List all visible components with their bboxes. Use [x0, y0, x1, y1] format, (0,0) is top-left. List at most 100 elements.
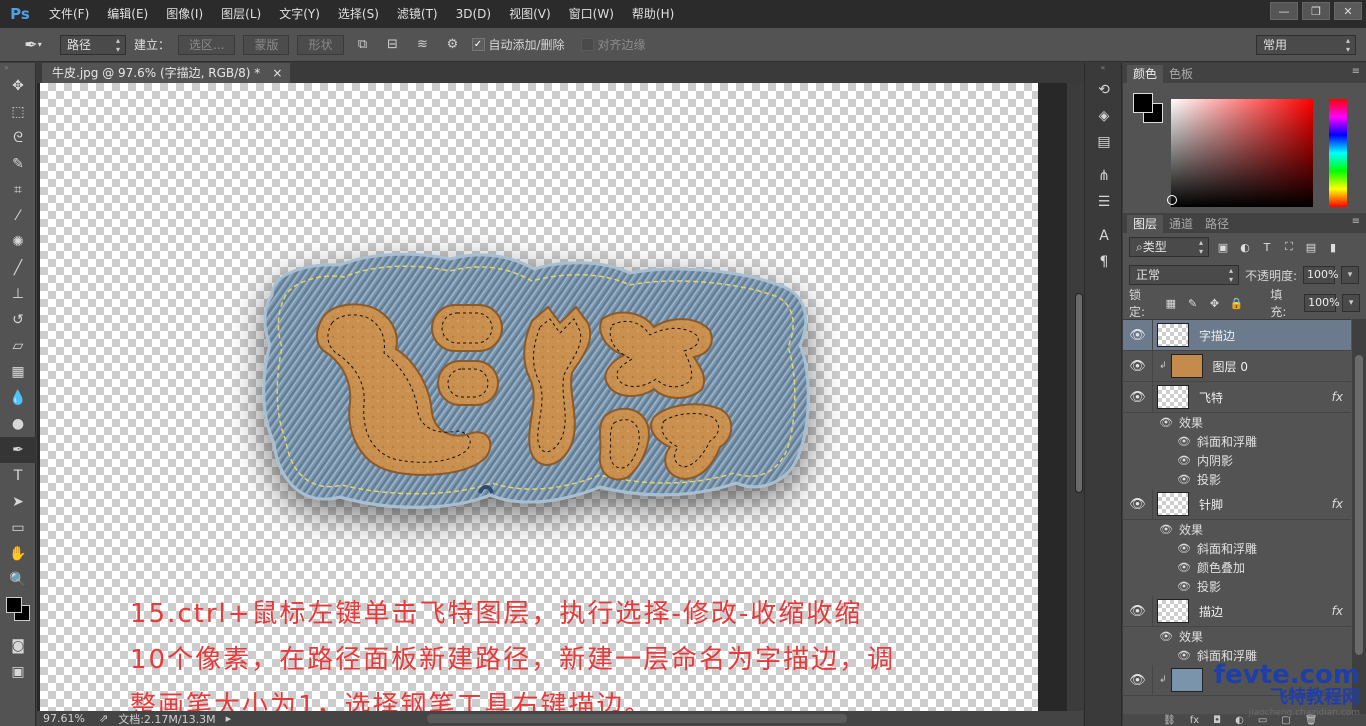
align-edges-checkbox[interactable] [580, 38, 594, 51]
effect-item[interactable]: 👁 内阴影 [1123, 451, 1351, 470]
make-mask-button[interactable]: 蒙版 [243, 34, 290, 55]
visibility-eye-icon[interactable]: 👁 [1123, 488, 1153, 520]
fx-icon[interactable]: fx [1332, 604, 1343, 618]
tab-swatches[interactable]: 色板 [1163, 65, 1199, 83]
layer-name[interactable]: 字描边 [1199, 327, 1235, 344]
canvas-horizontal-scrollbar[interactable] [427, 714, 847, 723]
layer-thumbnail[interactable] [1157, 323, 1189, 347]
visibility-eye-icon[interactable]: 👁 [1159, 523, 1173, 536]
properties-panel-icon[interactable]: ▤ [1085, 129, 1123, 155]
visibility-eye-icon[interactable]: 👁 [1177, 454, 1191, 467]
layer-name[interactable]: 针脚 [1199, 496, 1223, 513]
lock-position-icon[interactable]: ✥ [1207, 295, 1223, 311]
close-button[interactable]: ✕ [1334, 2, 1362, 20]
tab-paths[interactable]: 路径 [1199, 215, 1235, 233]
eyedropper-tool-icon[interactable]: ⁄ [0, 203, 36, 229]
minimize-button[interactable]: — [1270, 2, 1298, 20]
panel-menu-icon[interactable]: ≡ [1352, 216, 1360, 227]
effects-group[interactable]: 👁 效果 [1123, 413, 1351, 432]
layer-row[interactable]: 👁 ↲ 图层 0 [1123, 350, 1351, 382]
hue-slider[interactable] [1329, 99, 1347, 207]
smart-object-filter-icon[interactable]: ▤ [1303, 239, 1319, 255]
expand-arrow-icon[interactable]: ▸ [226, 712, 232, 725]
lock-transparent-icon[interactable]: ▦ [1163, 295, 1179, 311]
healing-brush-tool-icon[interactable]: ✺ [0, 229, 36, 255]
effect-item[interactable]: 👁 投影 [1123, 577, 1351, 596]
effect-item[interactable]: 👁 斜面和浮雕 [1123, 539, 1351, 558]
color-field[interactable] [1171, 99, 1313, 207]
blend-mode-select[interactable]: 正常 [1129, 265, 1239, 285]
paragraph-panel-icon[interactable]: ¶ [1085, 249, 1123, 275]
menu-item[interactable]: 编辑(E) [98, 0, 157, 28]
effects-group[interactable]: 👁 效果 [1123, 520, 1351, 539]
visibility-eye-icon[interactable]: 👁 [1177, 542, 1191, 555]
menu-item[interactable]: 选择(S) [329, 0, 388, 28]
layer-name[interactable]: 描边 [1199, 603, 1223, 620]
link-layers-icon[interactable]: ⛓ [1163, 715, 1176, 726]
menu-item[interactable]: 滤镜(T) [388, 0, 447, 28]
gradient-tool-icon[interactable]: ▦ [0, 359, 36, 385]
document-tab[interactable]: 牛皮.jpg @ 97.6% (字描边, RGB/8) * × [42, 63, 291, 83]
eraser-tool-icon[interactable]: ▱ [0, 333, 36, 359]
auto-add-delete-checkbox[interactable]: ✓ [471, 38, 485, 51]
fx-icon[interactable]: fx [1332, 497, 1343, 511]
type-tool-icon[interactable]: T [0, 463, 36, 489]
pen-tool-icon[interactable]: ✒ [0, 437, 36, 463]
lasso-tool-icon[interactable]: ᘓ [0, 125, 36, 151]
workspace-select[interactable]: 常用 [1256, 35, 1356, 55]
auto-add-delete-option[interactable]: ✓ 自动添加/删除 [471, 36, 565, 53]
marquee-tool-icon[interactable]: ⬚ [0, 99, 36, 125]
panel-grip-icon[interactable]: « [1085, 63, 1121, 77]
path-selection-tool-icon[interactable]: ➤ [0, 489, 36, 515]
visibility-eye-icon[interactable]: 👁 [1177, 580, 1191, 593]
visibility-eye-icon[interactable]: 👁 [1123, 595, 1153, 627]
filter-toggle-icon[interactable]: ▮ [1325, 239, 1341, 255]
menu-item[interactable]: 文件(F) [40, 0, 98, 28]
hand-tool-icon[interactable]: ✋ [0, 541, 36, 567]
path-alignment-icon[interactable]: ⊟ [382, 34, 404, 56]
character-panel-icon[interactable]: A [1085, 223, 1123, 249]
visibility-eye-icon[interactable]: 👁 [1123, 664, 1153, 696]
layer-row[interactable]: 👁 字描边 [1123, 319, 1351, 351]
dodge-tool-icon[interactable]: ● [0, 411, 36, 437]
visibility-eye-icon[interactable]: 👁 [1177, 435, 1191, 448]
layer-row[interactable]: 👁 飞特 fx [1123, 381, 1351, 413]
effect-item[interactable]: 👁 投影 [1123, 470, 1351, 489]
foreground-color-swatch[interactable] [1133, 93, 1153, 113]
gear-icon[interactable]: ⚙ [442, 34, 464, 56]
scrollbar-thumb[interactable] [1075, 293, 1083, 493]
3d-panel-icon[interactable]: ◈ [1085, 103, 1123, 129]
color-picker-handle[interactable] [1167, 195, 1177, 205]
menu-item[interactable]: 窗口(W) [560, 0, 623, 28]
menu-item[interactable]: 3D(D) [447, 0, 500, 28]
pixel-filter-icon[interactable]: ▣ [1215, 239, 1231, 255]
effect-item[interactable]: 👁 颜色叠加 [1123, 558, 1351, 577]
menu-item[interactable]: 帮助(H) [623, 0, 683, 28]
visibility-eye-icon[interactable]: 👁 [1177, 561, 1191, 574]
tab-color[interactable]: 颜色 [1127, 65, 1164, 83]
visibility-eye-icon[interactable]: 👁 [1159, 416, 1173, 429]
pen-mode-select[interactable]: 路径 [60, 34, 126, 55]
menu-item[interactable]: 图像(I) [157, 0, 212, 28]
align-edges-option[interactable]: 对齐边缘 [580, 36, 646, 53]
history-panel-icon[interactable]: ⟲ [1085, 77, 1123, 103]
type-filter-icon[interactable]: T [1259, 239, 1275, 255]
shape-filter-icon[interactable]: ⛶ [1281, 239, 1297, 255]
color-swatches[interactable] [0, 593, 35, 633]
canvas[interactable]: 15.ctrl+鼠标左键单击飞特图层，执行选择-修改-收缩收缩 10个像素，在路… [40, 83, 1038, 711]
quick-selection-tool-icon[interactable]: ✎ [0, 151, 36, 177]
zoom-tool-icon[interactable]: 🔍 [0, 567, 36, 593]
opacity-input[interactable]: 100% [1303, 266, 1339, 284]
visibility-eye-icon[interactable]: 👁 [1177, 473, 1191, 486]
export-icon[interactable]: ⇗ [99, 712, 108, 725]
layer-thumbnail[interactable] [1170, 354, 1203, 378]
tool-preset-picker[interactable]: ✒ ▾ [14, 33, 52, 57]
menu-item[interactable]: 文字(Y) [270, 0, 329, 28]
adjustments-panel-icon[interactable]: ☰ [1085, 189, 1123, 215]
panel-menu-icon[interactable]: ≡ [1352, 66, 1360, 77]
move-tool-icon[interactable]: ✥ [0, 73, 36, 99]
layer-row[interactable]: 👁 描边 fx [1123, 595, 1351, 627]
make-shape-button[interactable]: 形状 [297, 34, 344, 55]
brush-presets-panel-icon[interactable]: ⋔ [1085, 163, 1123, 189]
menu-item[interactable]: 图层(L) [212, 0, 270, 28]
